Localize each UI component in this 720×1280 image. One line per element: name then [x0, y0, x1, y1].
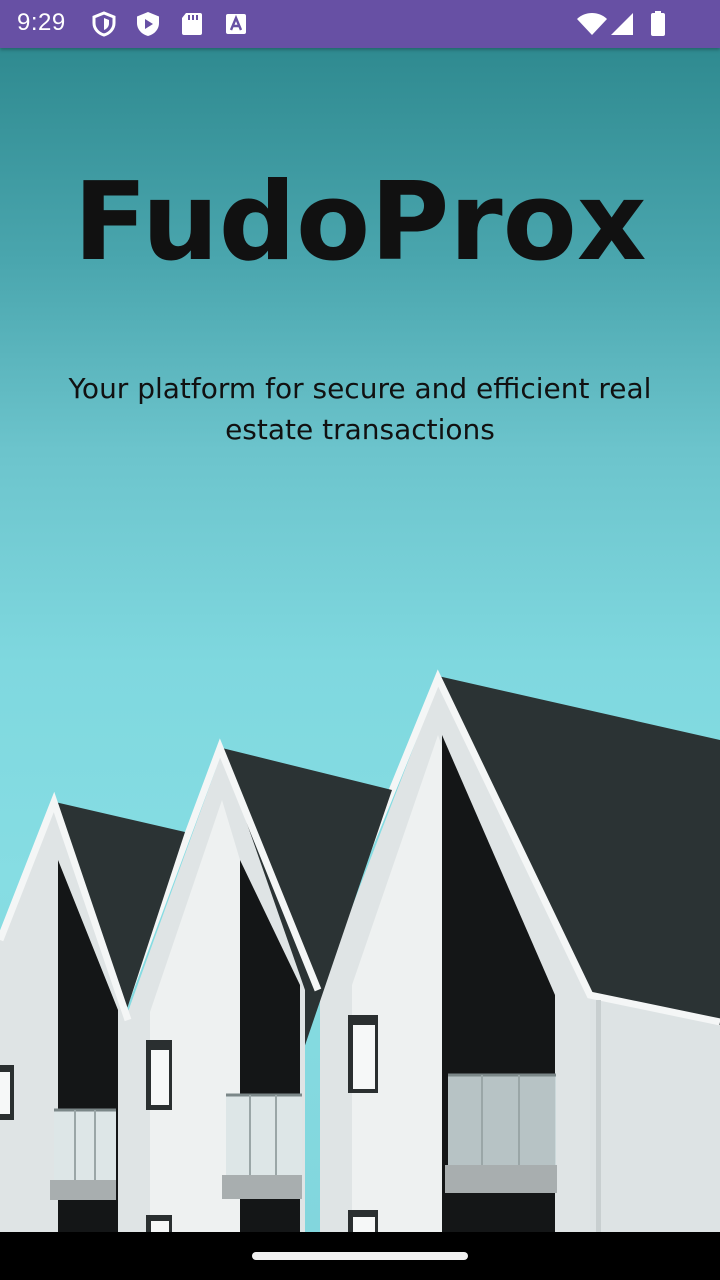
signal-icon [611, 13, 633, 35]
status-time: 9:29 [17, 9, 66, 36]
play-protect-icon [137, 12, 159, 36]
battery-icon [651, 11, 665, 36]
navigation-bar [0, 1232, 720, 1280]
shield-icon [92, 11, 116, 37]
status-bar: 9:29 [0, 0, 720, 48]
text-a-icon [226, 14, 246, 34]
sd-card-icon [182, 13, 202, 35]
wifi-icon [577, 13, 607, 35]
app-tagline: Your platform for secure and efficient r… [68, 372, 652, 446]
splash-screen: FudoProx Your platform for secure and ef… [0, 48, 720, 1232]
home-gesture-handle[interactable] [252, 1252, 468, 1260]
app-title: FudoProx [73, 160, 647, 285]
